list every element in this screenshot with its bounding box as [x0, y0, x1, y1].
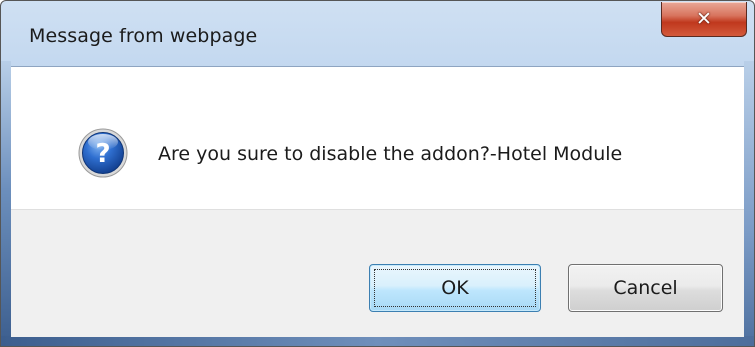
cancel-button[interactable]: Cancel	[568, 264, 723, 312]
ok-button[interactable]: OK	[369, 264, 541, 312]
question-icon: ?	[78, 128, 128, 178]
svg-text:?: ?	[95, 139, 110, 169]
close-icon: ✕	[696, 7, 712, 30]
dialog-button-bar: OK Cancel	[11, 209, 744, 337]
ok-button-label: OK	[441, 277, 469, 299]
message-dialog: Message from webpage ✕ ? Are you sure to…	[0, 0, 755, 347]
close-button[interactable]: ✕	[661, 2, 747, 37]
cancel-button-label: Cancel	[613, 277, 678, 299]
dialog-message: Are you sure to disable the addon?-Hotel…	[158, 143, 623, 165]
dialog-title: Message from webpage	[29, 25, 258, 47]
window-frame-bottom	[1, 336, 754, 346]
window-frame-right	[744, 61, 754, 346]
dialog-content: ? Are you sure to disable the addon?-Hot…	[11, 66, 744, 209]
window-frame-left	[1, 61, 11, 346]
